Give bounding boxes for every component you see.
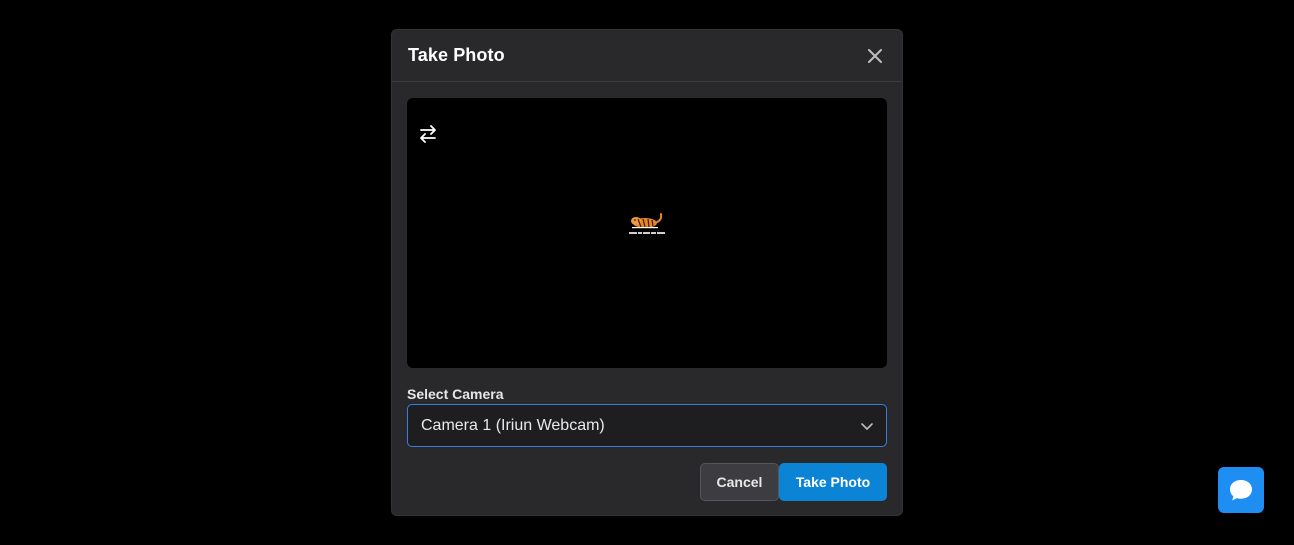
tiger-logo-icon	[631, 213, 663, 229]
cancel-button[interactable]: Cancel	[700, 463, 779, 501]
switch-camera-button[interactable]	[416, 122, 440, 146]
dialog-header: Take Photo	[392, 30, 902, 82]
chevron-down-icon	[861, 422, 873, 430]
camera-select-label: Select Camera	[407, 386, 504, 402]
close-icon	[868, 48, 882, 63]
camera-preview	[407, 98, 887, 368]
dialog-body: Select Camera Camera 1 (Iriun Webcam) Ca…	[392, 82, 902, 501]
webcam-splash-logo	[624, 210, 670, 240]
dialog-actions: Cancel Take Photo	[407, 463, 887, 501]
camera-select-value: Camera 1 (Iriun Webcam)	[421, 416, 605, 434]
switch-camera-icon	[420, 125, 436, 143]
chat-widget-button[interactable]	[1218, 467, 1264, 513]
close-button[interactable]	[863, 44, 887, 68]
camera-select[interactable]: Camera 1 (Iriun Webcam)	[407, 404, 887, 447]
splash-caption	[624, 232, 670, 236]
chat-bubble-icon	[1230, 480, 1252, 501]
dialog-title: Take Photo	[408, 45, 505, 65]
take-photo-button[interactable]: Take Photo	[779, 463, 887, 501]
take-photo-dialog: Take Photo Select Camera Camera 1 (Iriun…	[391, 29, 903, 516]
